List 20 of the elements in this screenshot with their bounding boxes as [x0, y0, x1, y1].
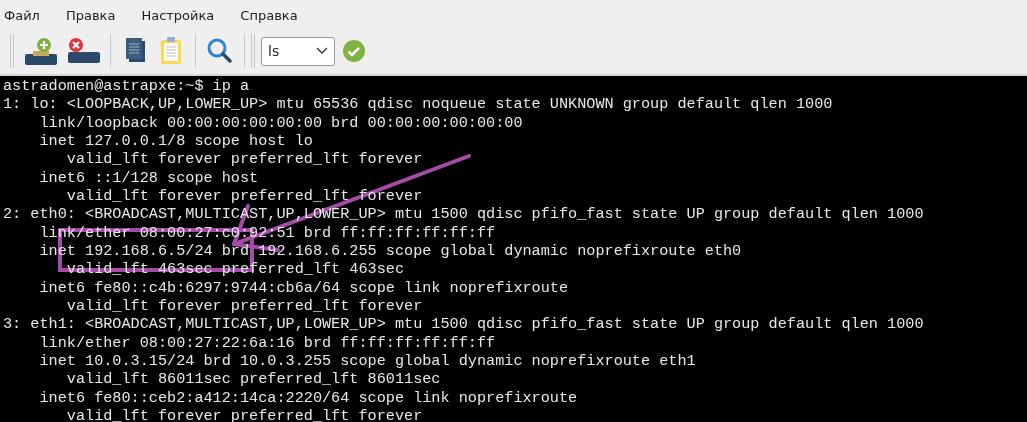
terminal-line: valid_lft forever preferred_lft forever [65, 150, 424, 169]
terminal-line: link/ether 08:00:27:22:6a:16 brd ff:ff:ff:ff:ff:ff [38, 333, 497, 352]
terminal-line: astradomen@astrapxe:~$ ip a [3, 77, 251, 96]
menu-item[interactable]: Правка [61, 2, 126, 26]
terminal-line: 3: eth1: <BROADCAST,MULTICAST,UP,LOWER_UP> mtu 1500 qdisc pfifo_fast state UP group default qlen 1000 [3, 315, 925, 334]
terminal-line: inet6 fe80::c4b:6297:9744:cb6a/64 scope link noprefixroute [38, 278, 570, 297]
terminal-line: valid_lft forever preferred_lft forever [65, 296, 424, 316]
terminal-line: link/loopback 00:00:00:00:00:00 brd 00:00:00:00:00:00 [38, 113, 524, 132]
chevron-icon [316, 47, 328, 55]
terminal-line: 1: lo: <LOOPBACK,UP,LOWER_UP> mtu 65536 qdisc noqueue state UNKNOWN group default qlen 1000 [3, 95, 834, 114]
menu-item[interactable]: Настройка [137, 2, 225, 26]
terminal-line: valid_lft forever preferred_lft forever [65, 186, 424, 206]
menu-item[interactable]: Файл [0, 2, 50, 26]
command-dropdown[interactable]: ls [261, 36, 335, 66]
terminal-line: inet 127.0.0.1/8 scope host lo [38, 132, 314, 151]
terminal-line: inet 10.0.3.15/24 brd 10.0.3.255 scope global dynamic noprefixroute eth1 [38, 351, 697, 371]
menu-item[interactable]: Справка [236, 2, 308, 26]
terminal-line: valid_lft 86011sec preferred_lft 86011sec [65, 370, 442, 389]
terminal-line: inet6 ::1/128 scope host [38, 168, 260, 187]
terminal-line: inet6 fe80::ceb2:a412:14ca:2220/64 scope link noprefixroute [38, 388, 579, 407]
